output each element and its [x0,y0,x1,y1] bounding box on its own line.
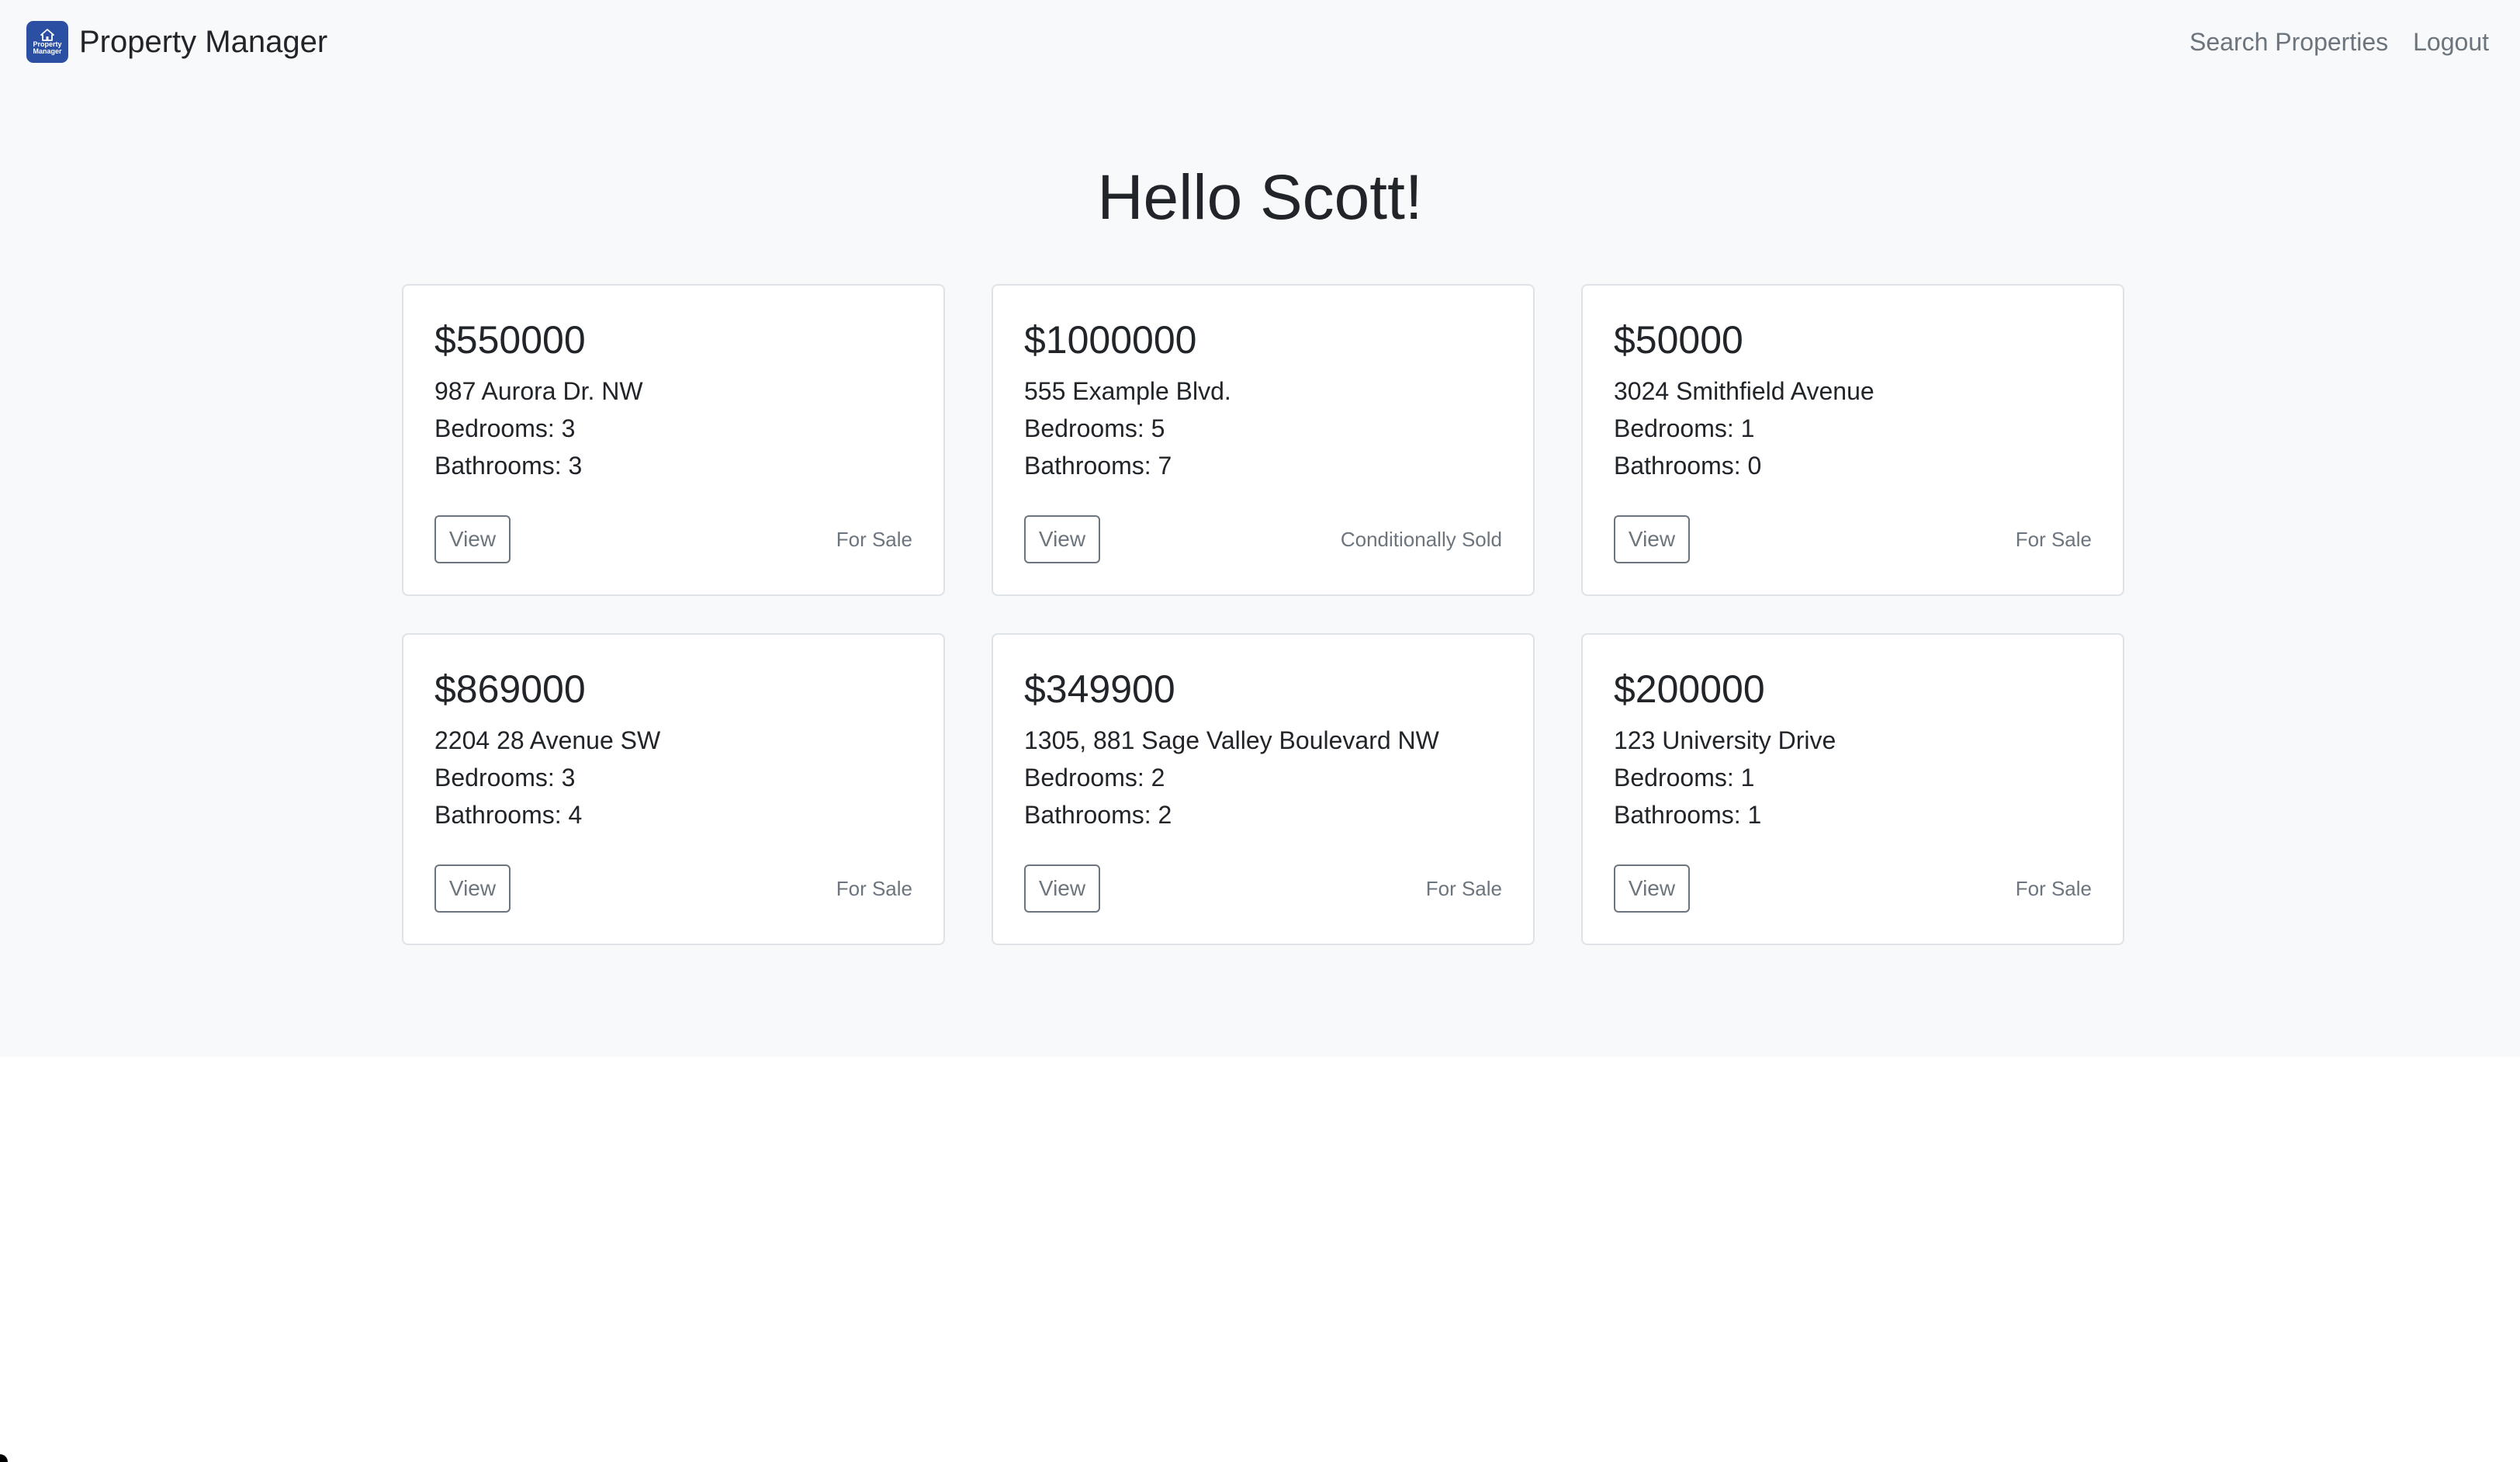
property-status: For Sale [2015,876,2092,900]
property-bedrooms: Bedrooms: 3 [434,414,576,442]
property-bathrooms: Bathrooms: 1 [1614,801,1762,829]
brand-name: Property Manager [79,25,328,59]
property-card: $550000 987 Aurora Dr. NW Bedrooms: 3 Ba… [402,284,945,596]
view-button[interactable]: View [434,864,511,913]
view-button[interactable]: View [1024,864,1100,913]
property-price: $200000 [1614,667,1765,711]
property-address: 555 Example Blvd. [1024,377,1231,405]
property-price: $50000 [1614,318,1743,362]
property-bathrooms: Bathrooms: 3 [434,452,583,480]
property-status: For Sale [1425,876,1502,900]
card-footer: View For Sale [1614,515,2092,563]
brand-link[interactable]: Property Manager Property Manager [26,21,327,63]
property-bathrooms: Bathrooms: 4 [434,801,583,829]
property-address: 3024 Smithfield Avenue [1614,377,1874,405]
card-footer: View For Sale [1614,864,2092,913]
property-card: $200000 123 University Drive Bedrooms: 1… [1581,633,2124,945]
property-status: Conditionally Sold [1340,527,1502,551]
property-bathrooms: Bathrooms: 2 [1024,801,1172,829]
property-address: 1305, 881 Sage Valley Boulevard NW [1024,726,1439,754]
app-frame: Property Manager Property Manager Search… [0,0,2520,1462]
property-card-grid: $550000 987 Aurora Dr. NW Bedrooms: 3 Ba… [402,284,2124,945]
view-button[interactable]: View [1024,515,1100,563]
page-title: Hello Scott! [1097,162,1423,233]
property-address: 2204 28 Avenue SW [434,726,661,754]
property-bedrooms: Bedrooms: 2 [1024,764,1165,792]
house-logo-icon: Property Manager [26,21,68,63]
card-footer: View For Sale [434,864,912,913]
property-price: $1000000 [1024,318,1197,362]
property-bedrooms: Bedrooms: 5 [1024,414,1165,442]
property-price: $550000 [434,318,586,362]
property-bedrooms: Bedrooms: 3 [434,764,576,792]
property-status: For Sale [836,527,912,551]
property-card: $869000 2204 28 Avenue SW Bedrooms: 3 Ba… [402,633,945,945]
property-card: $349900 1305, 881 Sage Valley Boulevard … [992,633,1535,945]
card-footer: View For Sale [434,515,912,563]
property-price: $349900 [1024,667,1175,711]
property-price: $869000 [434,667,586,711]
card-footer: View Conditionally Sold [1024,515,1502,563]
logout-link[interactable]: Logout [2413,28,2489,57]
property-address: 987 Aurora Dr. NW [434,377,643,405]
view-button[interactable]: View [1614,515,1690,563]
property-status: For Sale [836,876,912,900]
logo-text-line2: Manager [33,47,62,55]
nav-links: Search Properties Logout [2189,28,2489,57]
property-status: For Sale [2015,527,2092,551]
card-footer: View For Sale [1024,864,1502,913]
property-card: $50000 3024 Smithfield Avenue Bedrooms: … [1581,284,2124,596]
property-bathrooms: Bathrooms: 0 [1614,452,1762,480]
search-properties-link[interactable]: Search Properties [2189,28,2388,57]
property-card: $1000000 555 Example Blvd. Bedrooms: 5 B… [992,284,1535,596]
view-button[interactable]: View [1614,864,1690,913]
window-corner [0,1454,8,1462]
view-button[interactable]: View [434,515,511,563]
property-bathrooms: Bathrooms: 7 [1024,452,1172,480]
navbar: Property Manager Property Manager Search… [0,0,2520,84]
property-bedrooms: Bedrooms: 1 [1614,764,1755,792]
property-address: 123 University Drive [1614,726,1836,754]
property-bedrooms: Bedrooms: 1 [1614,414,1755,442]
